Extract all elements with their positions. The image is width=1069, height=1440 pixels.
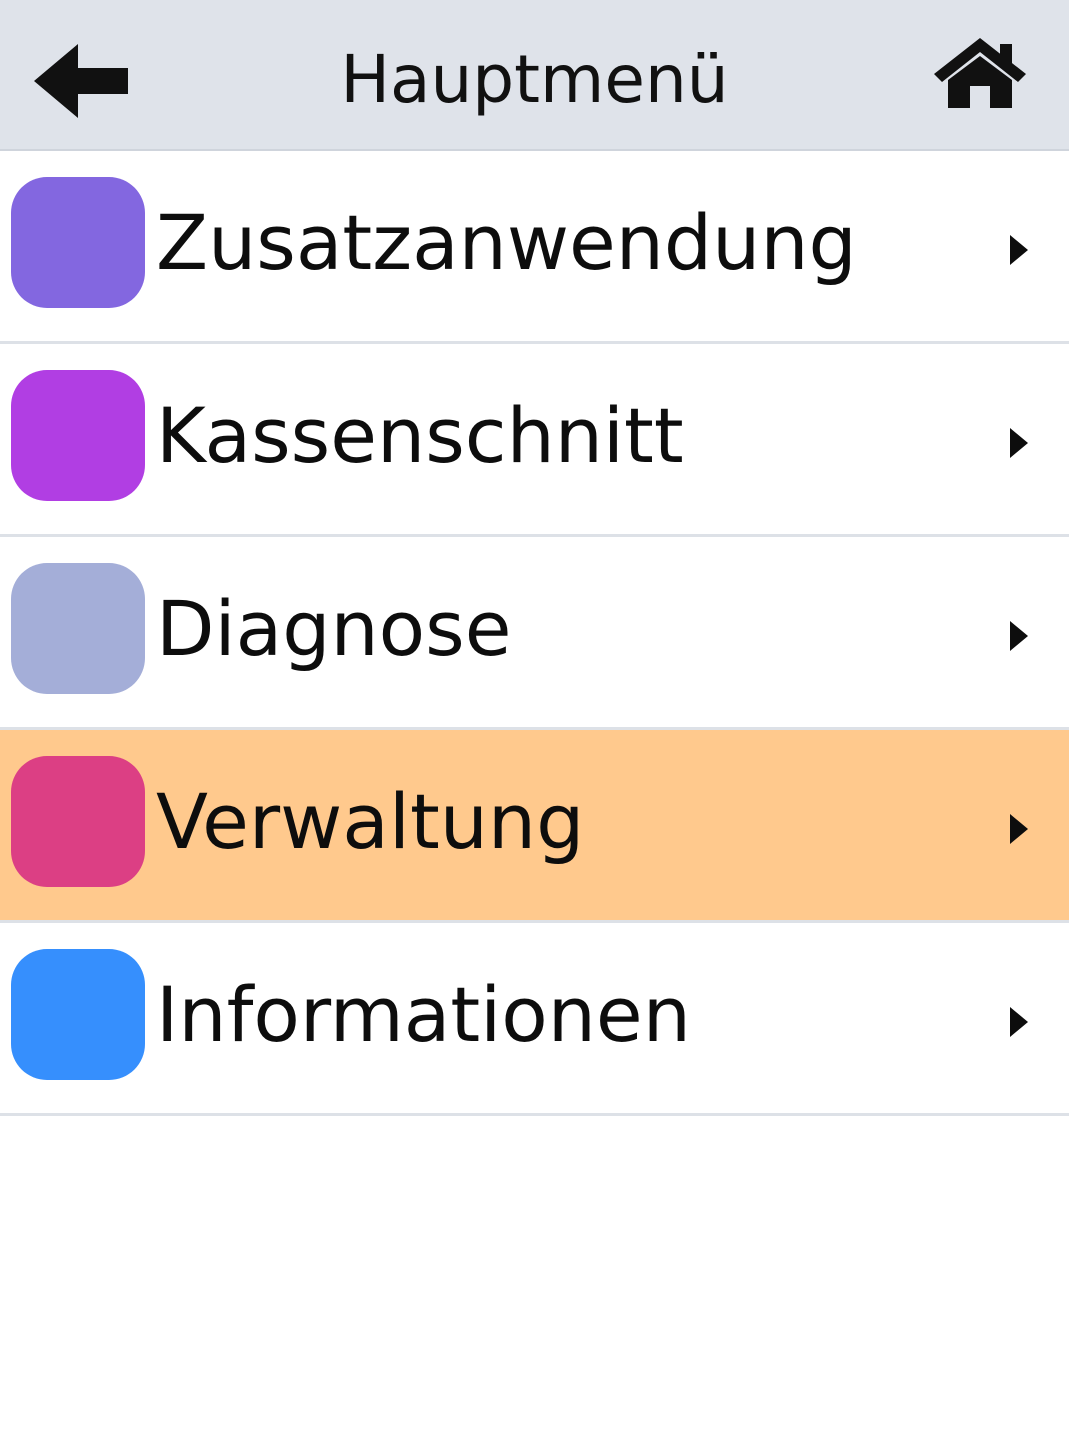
menu-item-color-swatch <box>11 177 145 308</box>
menu-item-color-swatch <box>11 756 145 887</box>
menu-item-label: Zusatzanwendung <box>156 198 857 287</box>
chevron-right-icon <box>1010 235 1028 265</box>
menu-item-color-swatch <box>11 563 145 694</box>
menu-item-informationen[interactable]: Informationen <box>0 923 1069 1116</box>
menu-item-color-swatch <box>11 370 145 501</box>
chevron-right-icon <box>1010 621 1028 651</box>
home-button[interactable] <box>928 34 1032 114</box>
menu-item-label: Diagnose <box>156 584 512 673</box>
menu-item-color-swatch <box>11 949 145 1080</box>
menu-item-label: Informationen <box>156 970 691 1059</box>
menu-item-label: Kassenschnitt <box>156 391 684 480</box>
menu-item-label: Verwaltung <box>156 777 585 866</box>
menu-item-verwaltung[interactable]: Verwaltung <box>0 730 1069 923</box>
main-menu-list: Zusatzanwendung Kassenschnitt Diagnose V… <box>0 151 1069 1116</box>
menu-item-zusatzanwendung[interactable]: Zusatzanwendung <box>0 151 1069 344</box>
home-icon <box>934 38 1026 108</box>
chevron-right-icon <box>1010 1007 1028 1037</box>
page-title: Hauptmenü <box>340 41 729 118</box>
chevron-right-icon <box>1010 814 1028 844</box>
menu-item-kassenschnitt[interactable]: Kassenschnitt <box>0 344 1069 537</box>
menu-item-diagnose[interactable]: Diagnose <box>0 537 1069 730</box>
chevron-right-icon <box>1010 428 1028 458</box>
header-bar: Hauptmenü <box>0 0 1069 151</box>
